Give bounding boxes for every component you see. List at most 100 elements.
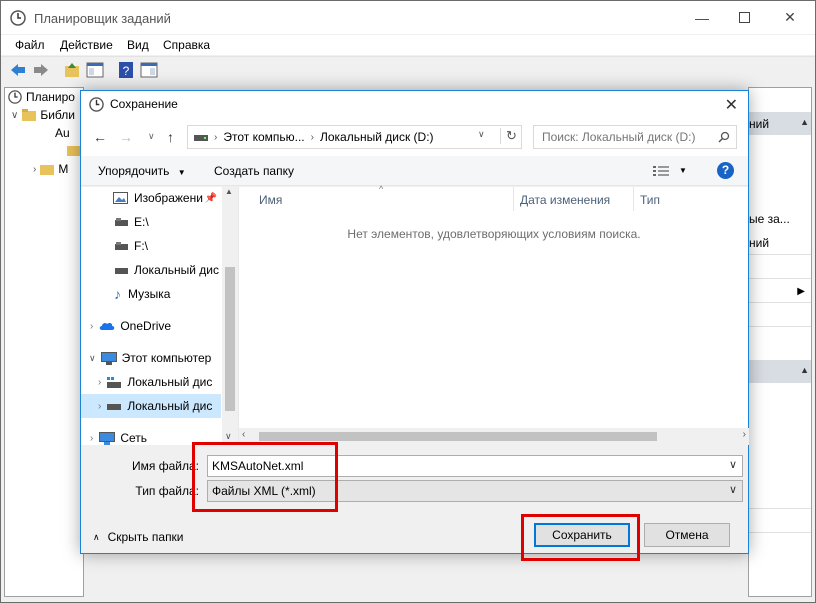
- tree-item-sub2[interactable]: [67, 144, 81, 156]
- collapse-icon[interactable]: ▲: [800, 365, 809, 375]
- tree-item-library[interactable]: ∨ Библи: [11, 108, 75, 122]
- collapse-icon[interactable]: ▲: [800, 117, 809, 127]
- close-window-button[interactable]: ✕: [767, 1, 813, 34]
- minimize-icon: —: [695, 9, 709, 26]
- address-bar[interactable]: › Этот компью... › Локальный диск (D:) ∨…: [187, 125, 522, 149]
- scroll-up-icon[interactable]: ▲: [225, 187, 233, 196]
- tree-item-label: Планиро: [26, 90, 75, 104]
- column-separator[interactable]: [513, 187, 514, 211]
- actions-header[interactable]: ний ▲: [749, 112, 811, 135]
- organize-button[interactable]: Упорядочить ▼: [98, 164, 186, 178]
- hide-folders-label: Скрыть папки: [107, 530, 184, 544]
- nav-item-onedrive[interactable]: › OneDrive: [81, 314, 221, 338]
- navigation-scrollbar[interactable]: ▲ ∨: [222, 187, 238, 445]
- scrollbar-thumb[interactable]: [225, 267, 235, 411]
- address-dropdown-icon[interactable]: ∨: [478, 129, 485, 140]
- new-folder-button[interactable]: Создать папку: [214, 164, 294, 178]
- filename-label: Имя файла:: [132, 459, 199, 473]
- search-input[interactable]: [542, 130, 712, 144]
- search-icon[interactable]: [718, 131, 730, 143]
- minimize-button[interactable]: —: [679, 1, 725, 34]
- tree-item-label: Библи: [40, 108, 75, 122]
- nav-item-local-disk-d[interactable]: › Локальный дис: [81, 394, 221, 418]
- scroll-left-icon[interactable]: ‹: [242, 429, 245, 440]
- forward-arrow-icon[interactable]: [32, 61, 50, 79]
- scrollbar-thumb[interactable]: [259, 432, 657, 441]
- scheduler-tree: Планиро ∨ Библи Au › M: [4, 87, 84, 597]
- up-folder-icon[interactable]: [63, 61, 81, 79]
- nav-item-local-disk-quick[interactable]: Локальный дис: [81, 258, 221, 282]
- drive-icon: [115, 242, 128, 250]
- chevron-right-icon[interactable]: ›: [98, 401, 101, 412]
- nav-item-drive-e[interactable]: E:\: [81, 210, 221, 234]
- chevron-right-icon[interactable]: ›: [98, 377, 101, 388]
- back-arrow-icon[interactable]: ←: [93, 129, 107, 145]
- column-separator[interactable]: [633, 187, 634, 211]
- menu-view[interactable]: Вид: [127, 38, 149, 52]
- search-box[interactable]: [533, 125, 737, 149]
- nav-item-label: F:\: [134, 239, 148, 253]
- nav-item-this-pc[interactable]: ∨ Этот компьютер: [81, 346, 221, 370]
- actions-header-2[interactable]: ▲: [749, 360, 811, 383]
- refresh-icon[interactable]: ↻: [500, 128, 517, 144]
- chevron-down-icon[interactable]: ∨: [729, 483, 737, 496]
- clock-icon: [8, 90, 22, 104]
- breadcrumb-separator-icon: ›: [214, 131, 218, 143]
- breadcrumb-local-disk[interactable]: Локальный диск (D:): [320, 130, 434, 144]
- tree-item-sub1[interactable]: Au: [55, 126, 70, 140]
- chevron-down-icon[interactable]: ∨: [729, 458, 737, 471]
- actions-pane: ний ▲ ые за... ний ▶ ▲: [748, 87, 812, 597]
- hide-folders-button[interactable]: ∧ Скрыть папки: [93, 530, 184, 544]
- tree-item-label: M: [58, 162, 69, 176]
- cancel-button[interactable]: Отмена: [644, 523, 730, 547]
- drive-icon: [115, 268, 128, 274]
- column-header-type[interactable]: Тип: [640, 187, 660, 211]
- submenu-arrow-icon[interactable]: ▶: [797, 286, 805, 297]
- show-hide-tree-icon[interactable]: [86, 61, 104, 79]
- nav-item-pictures[interactable]: Изображени 📌: [81, 187, 221, 210]
- tree-item-sub3[interactable]: › M: [33, 162, 68, 176]
- tree-item-root[interactable]: Планиро: [8, 90, 75, 104]
- close-icon[interactable]: ✕: [725, 95, 738, 115]
- menu-action[interactable]: Действие: [60, 38, 113, 52]
- show-action-pane-icon[interactable]: [140, 61, 158, 79]
- scroll-down-icon[interactable]: ∨: [225, 431, 232, 442]
- organize-label: Упорядочить: [98, 164, 170, 178]
- chevron-right-icon[interactable]: ›: [90, 433, 93, 444]
- pictures-icon: [113, 192, 128, 204]
- view-details-icon[interactable]: [653, 166, 669, 177]
- help-book-icon[interactable]: ?: [117, 61, 135, 79]
- menu-file[interactable]: Файл: [15, 38, 45, 52]
- folder-icon: [67, 146, 81, 156]
- pin-icon[interactable]: 📌: [205, 193, 217, 204]
- nav-item-music[interactable]: ♪ Музыка: [81, 282, 221, 306]
- help-icon[interactable]: ?: [717, 162, 734, 179]
- up-arrow-icon[interactable]: ↑: [167, 129, 174, 145]
- scroll-right-icon[interactable]: ›: [743, 429, 746, 440]
- view-options-chevron-icon[interactable]: ▼: [679, 166, 687, 175]
- chevron-down-icon: ▼: [177, 168, 186, 177]
- chevron-down-icon[interactable]: ∨: [89, 353, 96, 364]
- column-header-date[interactable]: Дата изменения: [520, 187, 610, 211]
- action-item-1[interactable]: ые за...: [749, 212, 790, 226]
- nav-item-local-disk-c[interactable]: › Локальный дис: [81, 370, 221, 394]
- action-item-2[interactable]: ний: [749, 236, 769, 250]
- forward-arrow-icon[interactable]: →: [119, 129, 133, 145]
- chevron-right-icon[interactable]: ›: [33, 164, 36, 175]
- menubar: Файл Действие Вид Справка: [1, 35, 815, 55]
- empty-folder-message: Нет элементов, удовлетворяющих условиям …: [347, 227, 641, 241]
- nav-item-drive-f[interactable]: F:\: [81, 234, 221, 258]
- recent-locations-chevron-icon[interactable]: ∨: [148, 131, 155, 142]
- chevron-right-icon[interactable]: ›: [90, 321, 93, 332]
- breadcrumb-this-pc[interactable]: Этот компью...: [223, 130, 304, 144]
- filetype-label: Тип файла:: [135, 484, 199, 498]
- clock-icon: [10, 10, 26, 26]
- nav-item-label: Локальный дис: [127, 375, 213, 389]
- maximize-button[interactable]: [721, 1, 767, 34]
- dialog-titlebar: Сохранение ✕: [81, 91, 748, 118]
- column-header-name[interactable]: Имя: [259, 187, 282, 211]
- menu-help[interactable]: Справка: [163, 38, 210, 52]
- computer-icon: [100, 351, 117, 365]
- chevron-down-icon[interactable]: ∨: [11, 110, 18, 121]
- back-arrow-icon[interactable]: [9, 61, 27, 79]
